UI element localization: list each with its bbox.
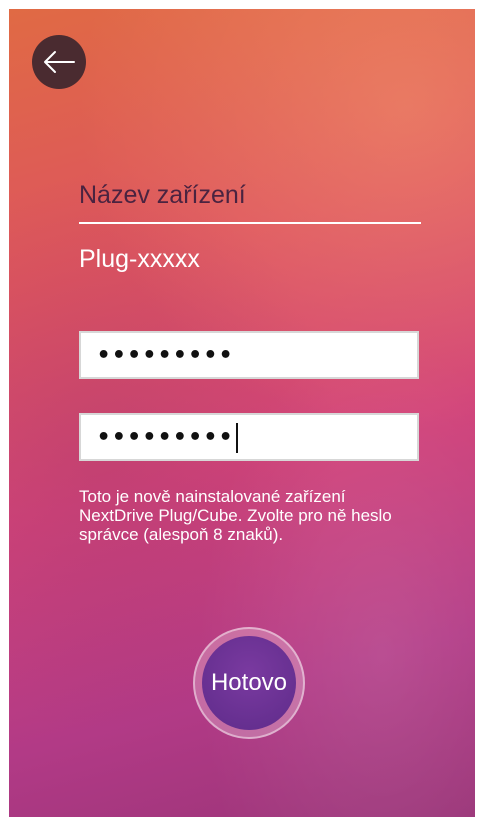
done-button-ring: Hotovo [193, 627, 305, 739]
device-name-label: Název zařízení [79, 181, 421, 224]
setup-screen: Název zařízení Plug-xxxxx Toto je nově n… [9, 9, 475, 817]
done-button[interactable]: Hotovo [202, 636, 296, 730]
back-button[interactable] [32, 35, 86, 89]
password-input[interactable] [79, 331, 419, 379]
confirm-password-input[interactable] [79, 413, 419, 461]
device-name-value: Plug-xxxxx [79, 245, 200, 273]
text-cursor [236, 423, 238, 453]
help-text: Toto je nově nainstalované zařízení Next… [79, 487, 392, 544]
arrow-left-icon [44, 51, 75, 73]
